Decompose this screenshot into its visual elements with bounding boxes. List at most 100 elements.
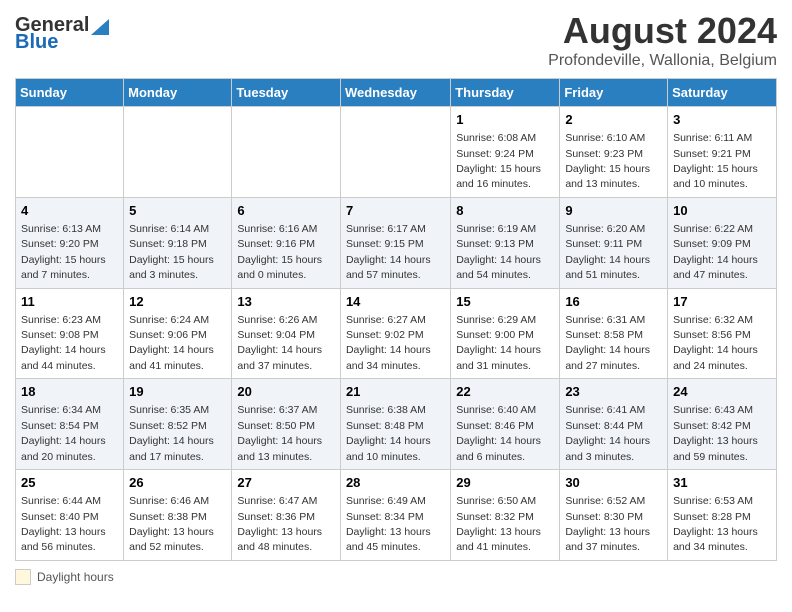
subtitle: Profondeville, Wallonia, Belgium	[548, 52, 777, 70]
day-cell: 13 Sunrise: 6:26 AM Sunset: 9:04 PM Dayli…	[232, 288, 341, 379]
day-number: 14	[346, 293, 445, 311]
day-number: 13	[237, 293, 335, 311]
day-number: 19	[129, 383, 226, 401]
day-cell: 24 Sunrise: 6:43 AM Sunset: 8:42 PM Dayli…	[668, 379, 777, 470]
logo: General Blue	[15, 10, 109, 54]
col-header-friday: Friday	[560, 79, 668, 107]
day-cell: 17Sunrise: 6:32 AM Sunset: 8:56 PM Dayli…	[668, 288, 777, 379]
day-number: 18	[21, 383, 118, 401]
day-number: 21	[346, 383, 445, 401]
day-cell: 11 Sunrise: 6:23 AM Sunset: 9:08 PM Dayli…	[16, 288, 124, 379]
day-number: 12	[129, 293, 226, 311]
day-cell: 19 Sunrise: 6:35 AM Sunset: 8:52 PM Dayli…	[124, 379, 232, 470]
day-info: Sunrise: 6:26 AM Sunset: 9:04 PM Dayligh…	[237, 314, 322, 372]
day-cell	[340, 107, 450, 198]
day-cell: 16 Sunrise: 6:31 AM Sunset: 8:58 PM Dayli…	[560, 288, 668, 379]
day-number: 17	[673, 293, 771, 311]
day-info: Sunrise: 6:16 AM Sunset: 9:16 PM Dayligh…	[237, 223, 322, 281]
day-info: Sunrise: 6:47 AM Sunset: 8:36 PM Dayligh…	[237, 495, 322, 553]
day-number: 31	[673, 474, 771, 492]
day-info: Sunrise: 6:23 AM Sunset: 9:08 PM Dayligh…	[21, 314, 106, 372]
day-info: Sunrise: 6:44 AM Sunset: 8:40 PM Dayligh…	[21, 495, 106, 553]
day-info: Sunrise: 6:29 AM Sunset: 9:00 PM Dayligh…	[456, 314, 541, 372]
day-info: Sunrise: 6:38 AM Sunset: 8:48 PM Dayligh…	[346, 404, 431, 462]
legend-box	[15, 569, 31, 585]
day-number: 4	[21, 202, 118, 220]
day-cell: 4Sunrise: 6:13 AM Sunset: 9:20 PM Daylig…	[16, 197, 124, 288]
day-number: 10	[673, 202, 771, 220]
day-cell	[124, 107, 232, 198]
day-cell: 28Sunrise: 6:49 AM Sunset: 8:34 PM Dayli…	[340, 470, 450, 561]
week-row-4: 18 Sunrise: 6:34 AM Sunset: 8:54 PM Dayli…	[16, 379, 777, 470]
day-number: 11	[21, 293, 118, 311]
day-cell: 6Sunrise: 6:16 AM Sunset: 9:16 PM Daylig…	[232, 197, 341, 288]
col-header-monday: Monday	[124, 79, 232, 107]
day-info: Sunrise: 6:19 AM Sunset: 9:13 PM Dayligh…	[456, 223, 541, 281]
day-info: Sunrise: 6:20 AM Sunset: 9:11 PM Dayligh…	[565, 223, 650, 281]
week-row-3: 11 Sunrise: 6:23 AM Sunset: 9:08 PM Dayli…	[16, 288, 777, 379]
day-number: 22	[456, 383, 554, 401]
day-number: 16	[565, 293, 662, 311]
week-row-1: 1Sunrise: 6:08 AM Sunset: 9:24 PM Daylig…	[16, 107, 777, 198]
title-area: August 2024 Profondeville, Wallonia, Bel…	[548, 10, 777, 70]
day-number: 24	[673, 383, 771, 401]
week-row-2: 4Sunrise: 6:13 AM Sunset: 9:20 PM Daylig…	[16, 197, 777, 288]
day-info: Sunrise: 6:10 AM Sunset: 9:23 PM Dayligh…	[565, 132, 650, 190]
day-cell: 23Sunrise: 6:41 AM Sunset: 8:44 PM Dayli…	[560, 379, 668, 470]
day-info: Sunrise: 6:27 AM Sunset: 9:02 PM Dayligh…	[346, 314, 431, 372]
legend-label: Daylight hours	[37, 570, 114, 584]
col-header-saturday: Saturday	[668, 79, 777, 107]
day-cell: 15 Sunrise: 6:29 AM Sunset: 9:00 PM Dayli…	[451, 288, 560, 379]
week-row-5: 25 Sunrise: 6:44 AM Sunset: 8:40 PM Dayli…	[16, 470, 777, 561]
header: General Blue August 2024 Profondeville, …	[15, 10, 777, 70]
day-cell	[232, 107, 341, 198]
day-cell: 18 Sunrise: 6:34 AM Sunset: 8:54 PM Dayli…	[16, 379, 124, 470]
day-info: Sunrise: 6:24 AM Sunset: 9:06 PM Dayligh…	[129, 314, 214, 372]
day-cell: 10 Sunrise: 6:22 AM Sunset: 9:09 PM Dayli…	[668, 197, 777, 288]
day-number: 7	[346, 202, 445, 220]
day-cell: 26Sunrise: 6:46 AM Sunset: 8:38 PM Dayli…	[124, 470, 232, 561]
logo-blue-text: Blue	[15, 31, 58, 54]
day-info: Sunrise: 6:34 AM Sunset: 8:54 PM Dayligh…	[21, 404, 106, 462]
calendar-body: 1Sunrise: 6:08 AM Sunset: 9:24 PM Daylig…	[16, 107, 777, 561]
day-info: Sunrise: 6:31 AM Sunset: 8:58 PM Dayligh…	[565, 314, 650, 372]
day-cell: 20Sunrise: 6:37 AM Sunset: 8:50 PM Dayli…	[232, 379, 341, 470]
day-cell: 1Sunrise: 6:08 AM Sunset: 9:24 PM Daylig…	[451, 107, 560, 198]
day-info: Sunrise: 6:46 AM Sunset: 8:38 PM Dayligh…	[129, 495, 214, 553]
day-cell: 25 Sunrise: 6:44 AM Sunset: 8:40 PM Dayli…	[16, 470, 124, 561]
day-info: Sunrise: 6:17 AM Sunset: 9:15 PM Dayligh…	[346, 223, 431, 281]
day-cell: 29Sunrise: 6:50 AM Sunset: 8:32 PM Dayli…	[451, 470, 560, 561]
logo-icon	[91, 19, 109, 35]
day-info: Sunrise: 6:41 AM Sunset: 8:44 PM Dayligh…	[565, 404, 650, 462]
day-info: Sunrise: 6:37 AM Sunset: 8:50 PM Dayligh…	[237, 404, 322, 462]
col-header-tuesday: Tuesday	[232, 79, 341, 107]
day-number: 2	[565, 111, 662, 129]
day-number: 15	[456, 293, 554, 311]
day-number: 5	[129, 202, 226, 220]
day-number: 27	[237, 474, 335, 492]
main-title: August 2024	[548, 10, 777, 52]
day-number: 28	[346, 474, 445, 492]
day-number: 30	[565, 474, 662, 492]
day-cell: 2 Sunrise: 6:10 AM Sunset: 9:23 PM Daylig…	[560, 107, 668, 198]
day-info: Sunrise: 6:43 AM Sunset: 8:42 PM Dayligh…	[673, 404, 758, 462]
day-info: Sunrise: 6:53 AM Sunset: 8:28 PM Dayligh…	[673, 495, 758, 553]
day-cell: 21 Sunrise: 6:38 AM Sunset: 8:48 PM Dayli…	[340, 379, 450, 470]
day-cell: 8Sunrise: 6:19 AM Sunset: 9:13 PM Daylig…	[451, 197, 560, 288]
day-info: Sunrise: 6:22 AM Sunset: 9:09 PM Dayligh…	[673, 223, 758, 281]
day-info: Sunrise: 6:35 AM Sunset: 8:52 PM Dayligh…	[129, 404, 214, 462]
col-header-wednesday: Wednesday	[340, 79, 450, 107]
calendar-table: SundayMondayTuesdayWednesdayThursdayFrid…	[15, 78, 777, 561]
legend: Daylight hours	[15, 569, 777, 585]
day-number: 25	[21, 474, 118, 492]
header-row: SundayMondayTuesdayWednesdayThursdayFrid…	[16, 79, 777, 107]
day-info: Sunrise: 6:08 AM Sunset: 9:24 PM Dayligh…	[456, 132, 541, 190]
day-info: Sunrise: 6:11 AM Sunset: 9:21 PM Dayligh…	[673, 132, 758, 190]
day-cell: 30 Sunrise: 6:52 AM Sunset: 8:30 PM Dayli…	[560, 470, 668, 561]
day-info: Sunrise: 6:14 AM Sunset: 9:18 PM Dayligh…	[129, 223, 214, 281]
day-cell: 9Sunrise: 6:20 AM Sunset: 9:11 PM Daylig…	[560, 197, 668, 288]
day-cell: 3Sunrise: 6:11 AM Sunset: 9:21 PM Daylig…	[668, 107, 777, 198]
day-info: Sunrise: 6:52 AM Sunset: 8:30 PM Dayligh…	[565, 495, 650, 553]
day-cell: 14 Sunrise: 6:27 AM Sunset: 9:02 PM Dayli…	[340, 288, 450, 379]
col-header-sunday: Sunday	[16, 79, 124, 107]
